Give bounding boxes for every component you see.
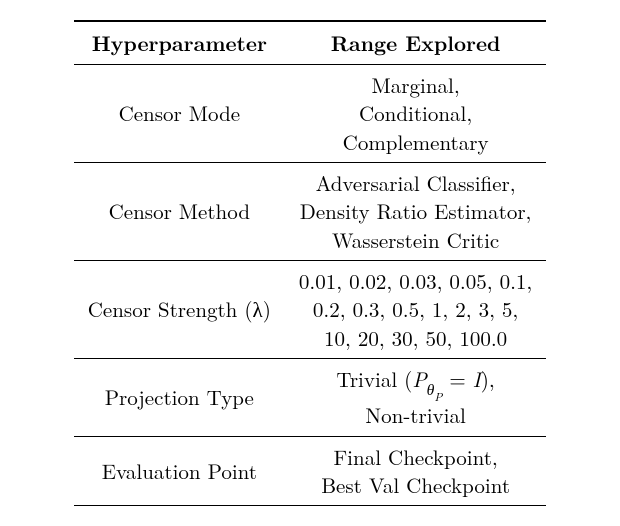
table-row: Evaluation Point Final Checkpoint,Best V… bbox=[74, 436, 547, 506]
cell-param: Censor Method bbox=[74, 163, 285, 261]
cell-param: Projection Type bbox=[74, 359, 285, 437]
cell-param: Evaluation Point bbox=[74, 436, 285, 506]
table-header-row: Hyperparameter Range Explored bbox=[74, 21, 547, 65]
cell-range: 0.01, 0.02, 0.03, 0.05, 0.1,0.2, 0.3, 0.… bbox=[285, 261, 546, 359]
table-row: Projection Type Trivial (PθP = I),Non-tr… bbox=[74, 359, 547, 437]
table-row: Censor Mode Marginal,Conditional,Complem… bbox=[74, 65, 547, 163]
cell-param: Censor Mode bbox=[74, 65, 285, 163]
cell-range: Marginal,Conditional,Complementary bbox=[285, 65, 546, 163]
cell-range: Final Checkpoint,Best Val Checkpoint bbox=[285, 436, 546, 506]
hyperparameter-table: Hyperparameter Range Explored Censor Mod… bbox=[74, 20, 547, 506]
cell-range: Trivial (PθP = I),Non-trivial bbox=[285, 359, 546, 437]
header-range: Range Explored bbox=[285, 21, 546, 65]
cell-range: Adversarial Classifier,Density Ratio Est… bbox=[285, 163, 546, 261]
table-row: Censor Strength (λ) 0.01, 0.02, 0.03, 0.… bbox=[74, 261, 547, 359]
table-row: Censor Method Adversarial Classifier,Den… bbox=[74, 163, 547, 261]
header-hyperparameter: Hyperparameter bbox=[74, 21, 285, 65]
cell-param: Censor Strength (λ) bbox=[74, 261, 285, 359]
